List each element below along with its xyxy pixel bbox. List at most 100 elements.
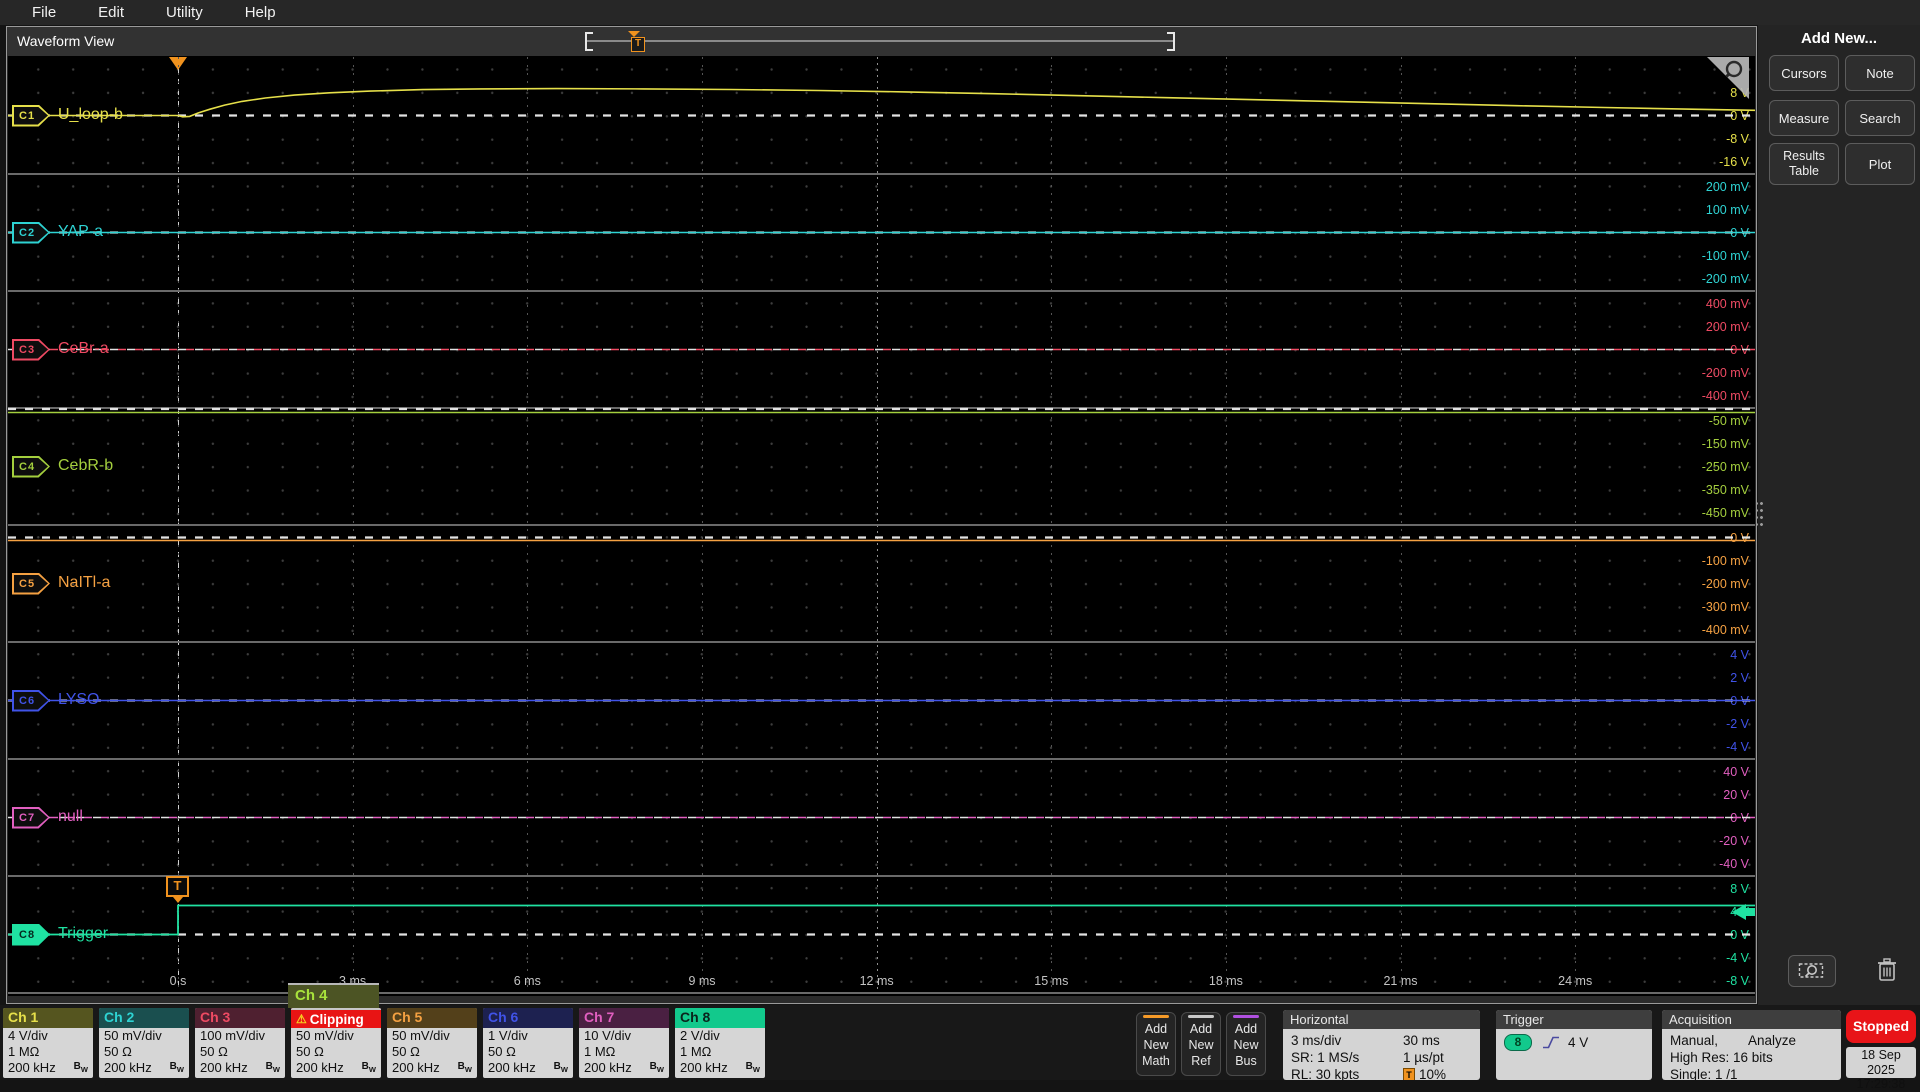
channel-badge-c6[interactable]: C6 [12,690,50,712]
horizontal-position-minimap[interactable]: T [585,31,1175,52]
trigger-position-icon: T [1403,1068,1415,1080]
menu-help[interactable]: Help [245,4,276,21]
acquisition-panel[interactable]: Acquisition Manual,Analyze High Res: 16 … [1662,1010,1841,1080]
channel-name-c3[interactable]: CeBr-a [58,340,109,358]
minimap-track [587,40,1173,42]
channel-badge-c1[interactable]: C1 [12,105,50,127]
plot-button[interactable]: Plot [1845,143,1915,185]
channel-name-c4[interactable]: CebR-b [58,457,113,475]
bandwidth-limit-icon: BW [458,1059,472,1078]
trigger-source-badge: 8 [1504,1034,1532,1051]
menu-edit[interactable]: Edit [98,4,124,21]
channel-settings-badge-ch1[interactable]: Ch 14 V/div1 MΩ200 kHzBW [3,1008,93,1078]
menu-bar: File Edit Utility Help [0,0,1920,25]
trigger-level-arrow-icon[interactable] [1732,904,1746,920]
channel-settings-badge-ch5[interactable]: Ch 550 mV/div50 Ω200 kHzBW [387,1008,477,1078]
trigger-panel[interactable]: Trigger 8 4 V [1496,1010,1652,1080]
cursors-button[interactable]: Cursors [1769,55,1839,91]
bandwidth-row: 200 kHzBW [291,1060,381,1076]
rising-edge-icon [1542,1035,1560,1050]
channel-header-label: Ch 3 [195,1008,285,1028]
bandwidth-row: 200 kHzBW [579,1060,669,1076]
bandwidth-value: 200 kHz [200,1060,248,1076]
channel-settings-badge-ch7[interactable]: Ch 710 V/div1 MΩ200 kHzBW [579,1008,669,1078]
minimap-trigger-marker[interactable]: T [631,37,645,52]
channel-4-drag-popup: Ch 4 [288,983,379,1008]
channel-name-c5[interactable]: NaITl-a [58,574,110,592]
warning-icon: ⚠ [296,1012,307,1026]
vertical-scale-value: 10 V/div [579,1028,669,1044]
delete-all-button[interactable] [1866,952,1908,988]
channel-badge-c7[interactable]: C7 [12,807,50,829]
channel-settings-badge-ch6[interactable]: Ch 61 V/div50 Ω200 kHzBW [483,1008,573,1078]
channel-settings-badge-ch8[interactable]: Ch 82 V/div1 MΩ200 kHzBW [675,1008,765,1078]
zoom-mode-button[interactable] [1788,955,1836,987]
vertical-scale-value: 100 mV/div [195,1028,285,1044]
channel-settings-badge-ch4[interactable]: ⚠Clipping50 mV/div50 Ω200 kHzBW [291,1008,381,1078]
search-button[interactable]: Search [1845,100,1915,136]
horizontal-panel-title: Horizontal [1283,1010,1480,1029]
trigger-time-badge[interactable]: T [166,876,189,897]
bandwidth-value: 200 kHz [296,1060,344,1076]
channel-badge-c8[interactable]: C8 [12,924,50,946]
trace-c8 [8,906,1755,935]
label: Ref [1182,1053,1220,1069]
trigger-panel-title: Trigger [1496,1010,1652,1029]
add-new-bus-button[interactable]: Add New Bus [1226,1012,1266,1076]
bandwidth-row: 200 kHzBW [3,1060,93,1076]
note-button[interactable]: Note [1845,55,1915,91]
acquisition-analyze: Analyze [1748,1032,1796,1049]
waveform-plot-area[interactable]: T 0 s3 ms6 ms9 ms12 ms15 ms18 ms21 ms24 … [8,56,1755,996]
menu-utility[interactable]: Utility [166,4,203,21]
channel-badge-c3[interactable]: C3 [12,339,50,361]
channel-name-c7[interactable]: null [58,808,83,826]
results-table-button[interactable]: Results Table [1769,143,1839,185]
bandwidth-limit-icon: BW [266,1059,280,1078]
add-new-math-button[interactable]: Add New Math [1136,1012,1176,1076]
channel-name-c6[interactable]: LYSO [58,691,100,709]
acquisition-single: Single: 1 /1 [1670,1066,1833,1080]
channel-badge-c5[interactable]: C5 [12,573,50,595]
math-accent [1143,1015,1169,1018]
bandwidth-limit-icon: BW [170,1059,184,1078]
sample-rate: SR: 1 MS/s [1291,1049,1403,1066]
menu-file[interactable]: File [32,4,56,21]
bandwidth-row: 200 kHz BW [99,1060,189,1076]
label: Bus [1227,1053,1265,1069]
channel-name-c1[interactable]: U_loop-b [58,106,123,124]
label: Add [1227,1021,1265,1037]
bandwidth-limit-icon: BW [650,1059,664,1078]
oscilloscope-app: File Edit Utility Help Add New... Cursor… [0,0,1920,1080]
acquisition-resolution: High Res: 16 bits [1670,1049,1833,1066]
trigger-time-badge-tip [173,897,183,903]
waveform-traces [8,56,1755,996]
zoom-box-icon [1798,961,1826,981]
bus-accent [1233,1015,1259,1018]
bandwidth-row: 200 kHzBW [483,1060,573,1076]
channel-header-label: Ch 8 [675,1008,765,1028]
clipping-warning-header: ⚠Clipping [291,1008,381,1028]
add-new-ref-button[interactable]: Add New Ref [1181,1012,1221,1076]
channel-settings-badge-ch3[interactable]: Ch 3100 mV/div50 Ω200 kHzBW [195,1008,285,1078]
channel-name-c8[interactable]: Trigger [58,925,108,943]
acquisition-mode: Manual, [1670,1032,1748,1049]
bandwidth-value: 200 kHz [104,1060,152,1076]
bandwidth-limit-icon: BW [746,1059,760,1078]
channel-name-c2[interactable]: YAP-a [58,223,103,241]
label: New [1182,1037,1220,1053]
vertical-scale-value: 2 V/div [675,1028,765,1044]
bandwidth-value: 200 kHz [392,1060,440,1076]
channel-badge-c2[interactable]: C2 [12,222,50,244]
label: Math [1137,1053,1175,1069]
vertical-scale-value: 1 V/div [483,1028,573,1044]
horizontal-panel[interactable]: Horizontal 3 ms/div30 ms SR: 1 MS/s1 µs/… [1283,1010,1480,1080]
measure-button[interactable]: Measure [1769,100,1839,136]
acquisition-panel-title: Acquisition [1662,1010,1841,1029]
run-stop-status[interactable]: Stopped [1846,1010,1916,1043]
channel-badge-c4[interactable]: C4 [12,456,50,478]
ref-accent [1188,1015,1214,1018]
trigger-position-percent: 10% [1419,1066,1446,1080]
channel-settings-badge-ch2[interactable]: Ch 250 mV/div50 Ω200 kHzBW [99,1008,189,1078]
bandwidth-limit-icon: BW [74,1059,88,1078]
resolution: 1 µs/pt [1403,1049,1444,1066]
